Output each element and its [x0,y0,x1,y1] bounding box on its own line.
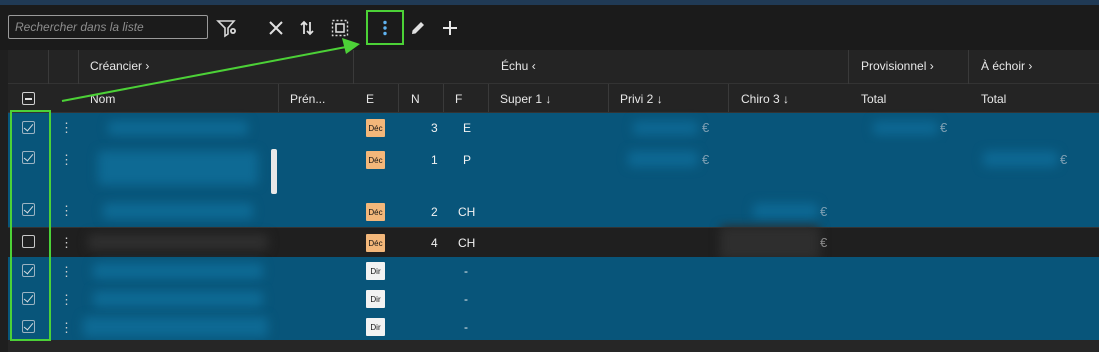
sort-icon[interactable] [296,17,318,39]
group-a-echoir[interactable]: À échoir › [981,59,1032,73]
redacted-amount [873,121,938,135]
group-creancier[interactable]: Créancier › [90,59,149,73]
cell-f: - [464,264,468,278]
cell-scroll-handle[interactable] [271,149,277,194]
col-f[interactable]: F [455,92,462,106]
table-row[interactable]: ⋮ Dir - [8,313,1099,340]
redacted-amount [633,121,698,135]
close-icon[interactable] [265,17,287,39]
grid-footer [8,340,1099,352]
redacted-amount [720,226,820,260]
checkbox-column-highlight [10,110,51,341]
col-total-a-echoir[interactable]: Total [981,92,1006,106]
column-header-row: Nom Prén... E N F Super 1 ↓ Privi 2 ↓ Ch… [8,84,1099,113]
cell-f: - [464,292,468,306]
currency-symbol: € [820,235,828,250]
add-icon[interactable] [439,17,461,39]
cell-f: - [464,320,468,334]
table-row[interactable]: ⋮ Déc 4 CH € [8,226,1099,260]
status-badge: Déc [366,151,385,169]
currency-symbol: € [702,152,710,167]
redacted-name [93,263,263,279]
redacted-amount [983,151,1058,167]
toolbar [0,5,1099,50]
col-e[interactable]: E [366,92,374,106]
status-badge: Dir [366,290,385,308]
table-row[interactable]: ⋮ Déc 2 CH € [8,195,1099,227]
cell-f: CH [458,205,476,219]
col-privi2[interactable]: Privi 2 ↓ [620,92,663,106]
group-provisionnel[interactable]: Provisionnel › [861,59,934,73]
row-menu-icon[interactable]: ⋮ [60,321,73,334]
table-row[interactable]: ⋮ Déc 1 P € € [8,143,1099,195]
status-badge: Déc [366,234,385,252]
data-grid: Créancier › Échu ‹ Provisionnel › À écho… [8,50,1099,340]
cell-n: 3 [431,121,438,135]
sort-down-icon: ↓ [545,92,552,106]
currency-symbol: € [702,120,710,135]
group-header-row: Créancier › Échu ‹ Provisionnel › À écho… [8,50,1099,84]
table-row[interactable]: ⋮ Dir - [8,257,1099,285]
row-menu-icon[interactable]: ⋮ [60,293,73,306]
sort-down-icon: ↓ [783,92,790,106]
col-nom[interactable]: Nom [90,92,115,106]
group-echu[interactable]: Échu ‹ [501,59,536,73]
col-chiro3[interactable]: Chiro 3 ↓ [741,92,789,106]
redacted-amount [628,151,698,167]
row-menu-icon[interactable]: ⋮ [60,204,73,217]
status-badge: Dir [366,262,385,280]
col-super1[interactable]: Super 1 ↓ [500,92,551,106]
redacted-name [93,291,263,307]
currency-symbol: € [940,120,948,135]
row-menu-icon[interactable]: ⋮ [60,153,73,166]
cell-n: 4 [431,236,438,250]
cell-n: 1 [431,153,438,167]
redacted-name [83,317,268,337]
edit-icon[interactable] [407,17,429,39]
col-total-provisionnel[interactable]: Total [861,92,886,106]
select-all-icon[interactable] [329,17,351,39]
redacted-name [98,151,258,185]
cell-f: E [463,121,472,135]
currency-symbol: € [820,204,828,219]
filter-settings-icon[interactable] [216,17,238,39]
redacted-name [88,234,268,250]
sort-down-icon: ↓ [656,92,663,106]
search-input[interactable] [8,15,208,39]
cell-n: 2 [431,205,438,219]
more-vert-icon[interactable] [374,17,396,39]
col-prenom[interactable]: Prén... [290,92,325,106]
select-all-checkbox[interactable] [22,92,35,105]
cell-f: CH [458,236,476,250]
status-badge: Déc [366,119,385,137]
status-badge: Dir [366,318,385,336]
redacted-amount [753,203,818,219]
table-row[interactable]: ⋮ Déc 3 E € € [8,113,1099,143]
row-menu-icon[interactable]: ⋮ [60,236,73,249]
cell-f: P [463,153,472,167]
status-badge: Déc [366,203,385,221]
redacted-name [108,121,248,135]
currency-symbol: € [1060,152,1068,167]
table-row[interactable]: ⋮ Dir - [8,285,1099,313]
row-menu-icon[interactable]: ⋮ [60,121,73,134]
redacted-name [103,203,253,219]
col-n[interactable]: N [411,92,420,106]
row-menu-icon[interactable]: ⋮ [60,265,73,278]
